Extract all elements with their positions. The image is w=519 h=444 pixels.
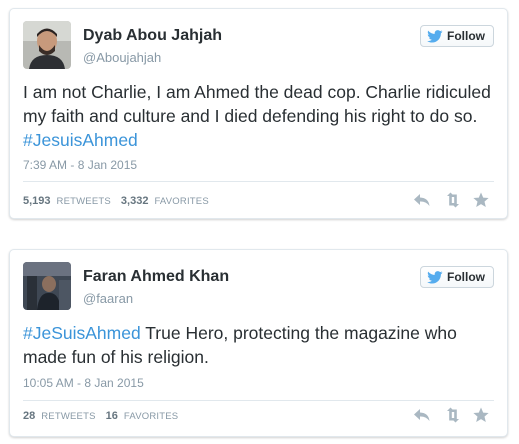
tweet-card: Faran Ahmed Khan @faaran Follow #JeSuisA… xyxy=(9,249,508,437)
retweet-icon[interactable] xyxy=(443,192,461,208)
twitter-bird-icon xyxy=(427,29,443,43)
author-name[interactable]: Faran Ahmed Khan xyxy=(83,268,229,286)
tweet-text-body: I am not Charlie, I am Ahmed the dead co… xyxy=(23,82,491,126)
favorite-count[interactable]: 3,332 xyxy=(121,195,149,207)
tweet-text: I am not Charlie, I am Ahmed the dead co… xyxy=(23,80,493,152)
follow-button[interactable]: Follow xyxy=(420,266,494,288)
avatar[interactable] xyxy=(23,262,71,310)
star-icon[interactable] xyxy=(473,192,491,208)
follow-label: Follow xyxy=(447,270,485,284)
follow-label: Follow xyxy=(447,29,485,43)
tweet-text: #JeSuisAhmed True Hero, protecting the m… xyxy=(23,321,493,369)
author-name[interactable]: Dyab Abou Jahjah xyxy=(83,27,222,45)
tweet-stats: 5,193 RETWEETS 3,332 FAVORITES xyxy=(23,195,209,207)
avatar[interactable] xyxy=(23,21,71,69)
tweet-actions xyxy=(413,407,491,423)
reply-icon[interactable] xyxy=(413,192,431,208)
hashtag-link[interactable]: #JeSuisAhmed xyxy=(23,323,141,343)
retweet-count[interactable]: 5,193 xyxy=(23,195,51,207)
twitter-bird-icon xyxy=(427,270,443,284)
follow-button[interactable]: Follow xyxy=(420,25,494,47)
divider xyxy=(23,400,494,401)
favorites-label: FAVORITES xyxy=(123,411,179,422)
retweet-count[interactable]: 28 xyxy=(23,410,35,422)
favorite-count[interactable]: 16 xyxy=(106,410,118,422)
star-icon[interactable] xyxy=(473,407,491,423)
retweets-label: RETWEETS xyxy=(41,411,96,422)
tweet-timestamp[interactable]: 7:39 AM - 8 Jan 2015 xyxy=(23,158,137,172)
author-handle[interactable]: @faaran xyxy=(83,291,133,306)
tweet-stats: 28 RETWEETS 16 FAVORITES xyxy=(23,410,178,422)
tweet-timestamp[interactable]: 10:05 AM - 8 Jan 2015 xyxy=(23,376,144,390)
tweet-card: Dyab Abou Jahjah @Aboujahjah Follow I am… xyxy=(9,8,508,219)
tweet-actions xyxy=(413,192,491,208)
divider xyxy=(23,181,494,182)
hashtag-link[interactable]: #JesuisAhmed xyxy=(23,130,138,150)
author-handle[interactable]: @Aboujahjah xyxy=(83,50,161,65)
reply-icon[interactable] xyxy=(413,407,431,423)
retweet-icon[interactable] xyxy=(443,407,461,423)
favorites-label: FAVORITES xyxy=(154,196,209,207)
retweets-label: RETWEETS xyxy=(56,196,111,207)
